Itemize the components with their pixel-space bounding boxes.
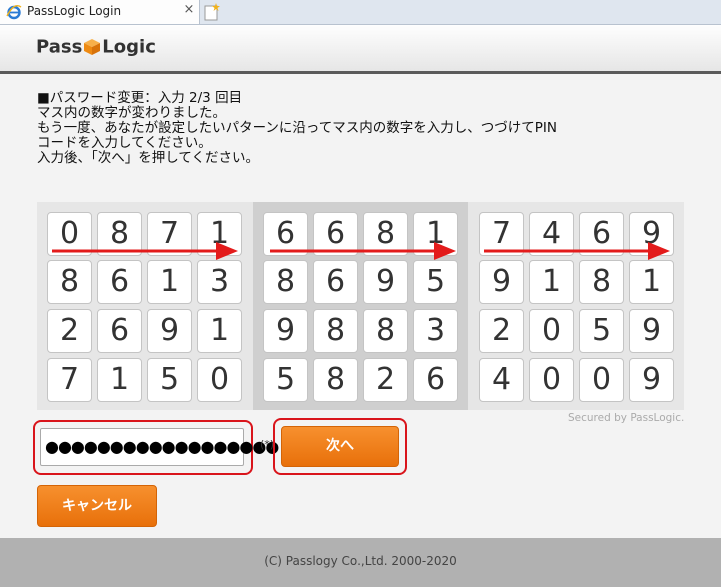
instruction-line: コードを入力してください。 bbox=[37, 135, 212, 151]
matrix-cell[interactable]: 8 bbox=[313, 309, 358, 353]
logo-text-logic: Logic bbox=[102, 36, 156, 58]
matrix-cell[interactable]: 9 bbox=[147, 309, 192, 353]
matrix-cell[interactable]: 0 bbox=[529, 358, 574, 402]
matrix-cell[interactable]: 5 bbox=[579, 309, 624, 353]
matrix-cell[interactable]: 0 bbox=[579, 358, 624, 402]
matrix-cell[interactable]: 8 bbox=[313, 358, 358, 402]
matrix-cell[interactable]: 6 bbox=[413, 358, 458, 402]
cancel-button[interactable]: キャンセル bbox=[37, 485, 157, 527]
matrix-cell[interactable]: 0 bbox=[529, 309, 574, 353]
matrix-cell[interactable]: 7 bbox=[47, 358, 92, 402]
pattern-arrow-icon bbox=[52, 242, 238, 260]
matrix-cell[interactable]: 4 bbox=[479, 358, 524, 402]
matrix-cell[interactable]: 9 bbox=[629, 309, 674, 353]
matrix-block-1: 0871861326917150 bbox=[37, 202, 252, 410]
app-header: Pass Logic bbox=[0, 25, 721, 74]
matrix-cell[interactable]: 1 bbox=[629, 260, 674, 304]
new-tab-icon[interactable] bbox=[203, 2, 221, 22]
matrix-cell[interactable]: 5 bbox=[147, 358, 192, 402]
matrix-cell[interactable]: 1 bbox=[197, 309, 242, 353]
matrix-cell[interactable]: 6 bbox=[313, 260, 358, 304]
matrix-cell[interactable]: 3 bbox=[413, 309, 458, 353]
matrix-cell[interactable]: 1 bbox=[97, 358, 142, 402]
tab-title: PassLogic Login bbox=[27, 4, 122, 18]
instruction-title: ■パスワード変更：入力 2/3 回目 bbox=[37, 90, 243, 106]
logo-text-pass: Pass bbox=[36, 36, 83, 58]
pattern-arrow-icon bbox=[484, 242, 670, 260]
browser-tab-strip: PassLogic Login × bbox=[0, 0, 721, 25]
matrix-cell[interactable]: 2 bbox=[363, 358, 408, 402]
matrix-cell[interactable]: 3 bbox=[197, 260, 242, 304]
next-button[interactable]: 次へ bbox=[281, 426, 399, 467]
passlogic-logo: Pass Logic bbox=[36, 36, 156, 60]
matrix-cell[interactable]: 9 bbox=[479, 260, 524, 304]
instruction-line: もう一度、あなたが設定したいパターンに沿ってマス内の数字を入力し、つづけてPIN bbox=[37, 120, 557, 136]
matrix-cell[interactable]: 9 bbox=[363, 260, 408, 304]
matrix-cell[interactable]: 8 bbox=[579, 260, 624, 304]
pin-password-input[interactable]: ●●●●●●●●●●●●●●●●●● bbox=[40, 428, 279, 466]
number-matrix: 0871861326917150 6681869598835826 746991… bbox=[37, 202, 684, 410]
matrix-cell[interactable]: 0 bbox=[197, 358, 242, 402]
required-mark: (*) bbox=[260, 438, 275, 451]
matrix-cell[interactable]: 2 bbox=[479, 309, 524, 353]
matrix-cell[interactable]: 8 bbox=[263, 260, 308, 304]
logo-cube-icon bbox=[84, 39, 101, 55]
close-tab-icon[interactable]: × bbox=[182, 2, 196, 17]
matrix-cell[interactable]: 1 bbox=[529, 260, 574, 304]
matrix-cell[interactable]: 5 bbox=[413, 260, 458, 304]
pattern-arrow-icon bbox=[270, 242, 456, 260]
instructions: ■パスワード変更：入力 2/3 回目 マス内の数字が変わりました。 もう一度、あ… bbox=[37, 91, 697, 166]
matrix-cell[interactable]: 9 bbox=[263, 309, 308, 353]
footer: (C) Passlogy Co.,Ltd. 2000-2020 bbox=[0, 538, 721, 587]
instruction-line: マス内の数字が変わりました。 bbox=[37, 105, 226, 121]
matrix-cell[interactable]: 6 bbox=[97, 260, 142, 304]
instruction-line: 入力後、「次へ」を押してください。 bbox=[37, 150, 259, 166]
matrix-cell[interactable]: 5 bbox=[263, 358, 308, 402]
browser-tab[interactable]: PassLogic Login × bbox=[0, 0, 200, 24]
matrix-cell[interactable]: 9 bbox=[629, 358, 674, 402]
matrix-cell[interactable]: 6 bbox=[97, 309, 142, 353]
matrix-cell[interactable]: 1 bbox=[147, 260, 192, 304]
matrix-block-3: 7469918120594009 bbox=[469, 202, 684, 410]
secured-by-label: Secured by PassLogic. bbox=[568, 412, 685, 424]
internet-explorer-icon bbox=[6, 4, 22, 20]
matrix-cell[interactable]: 8 bbox=[47, 260, 92, 304]
copyright-text: (C) Passlogy Co.,Ltd. 2000-2020 bbox=[264, 554, 457, 568]
matrix-block-2: 6681869598835826 bbox=[253, 202, 468, 410]
matrix-cell[interactable]: 8 bbox=[363, 309, 408, 353]
matrix-cell[interactable]: 2 bbox=[47, 309, 92, 353]
